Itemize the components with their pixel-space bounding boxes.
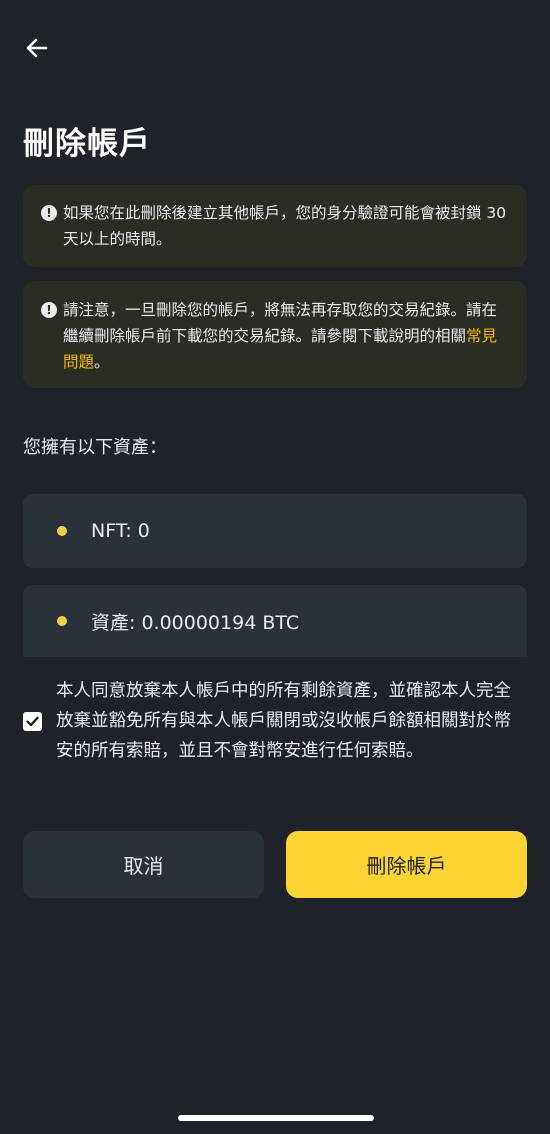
asset-label: NFT: 0: [91, 520, 150, 542]
home-indicator: [178, 1115, 374, 1121]
arrow-left-icon: [26, 38, 48, 58]
warning-notice-text: 如果您在此刪除後建立其他帳戶，您的身分驗證可能會被封鎖 30 天以上的時間。: [63, 204, 507, 248]
page-title: 刪除帳戶: [23, 126, 151, 162]
assets-heading: 您擁有以下資產：: [23, 437, 167, 458]
asset-item-nft: NFT: 0: [23, 494, 527, 568]
records-notice-body: 請注意，一旦刪除您的帳戶，將無法再存取您的交易紀錄。請在繼續刪除帳戶前下載您的交…: [63, 301, 498, 345]
exclamation-circle-icon: !: [41, 205, 57, 221]
warning-notice: ! 如果您在此刪除後建立其他帳戶，您的身分驗證可能會被封鎖 30 天以上的時間。: [23, 185, 527, 267]
asset-label: 資產: 0.00000194 BTC: [91, 611, 300, 634]
checkmark-icon: [26, 716, 39, 726]
agreement-checkbox[interactable]: [23, 711, 42, 731]
records-notice-end: 。: [94, 353, 110, 371]
agreement-row: 本人同意放棄本人帳戶中的所有剩餘資產，並確認本人完全放棄並豁免所有與本人帳戶關閉…: [23, 676, 527, 766]
cancel-button[interactable]: 取消: [23, 831, 264, 898]
records-notice-text: 請注意，一旦刪除您的帳戶，將無法再存取您的交易紀錄。請在繼續刪除帳戶前下載您的交…: [63, 297, 509, 375]
bullet-dot: [57, 616, 67, 626]
delete-account-button[interactable]: 刪除帳戶: [286, 831, 527, 898]
exclamation-circle-icon: !: [41, 302, 57, 318]
delete-account-screen: 刪除帳戶 ! 如果您在此刪除後建立其他帳戶，您的身分驗證可能會被封鎖 30 天以…: [0, 0, 550, 1134]
asset-item-btc: 資產: 0.00000194 BTC: [23, 585, 527, 657]
back-button[interactable]: [22, 33, 52, 63]
agreement-text: 本人同意放棄本人帳戶中的所有剩餘資產，並確認本人完全放棄並豁免所有與本人帳戶關閉…: [56, 681, 511, 761]
bullet-dot: [57, 526, 67, 536]
records-notice: ! 請注意，一旦刪除您的帳戶，將無法再存取您的交易紀錄。請在繼續刪除帳戶前下載您…: [23, 281, 527, 388]
